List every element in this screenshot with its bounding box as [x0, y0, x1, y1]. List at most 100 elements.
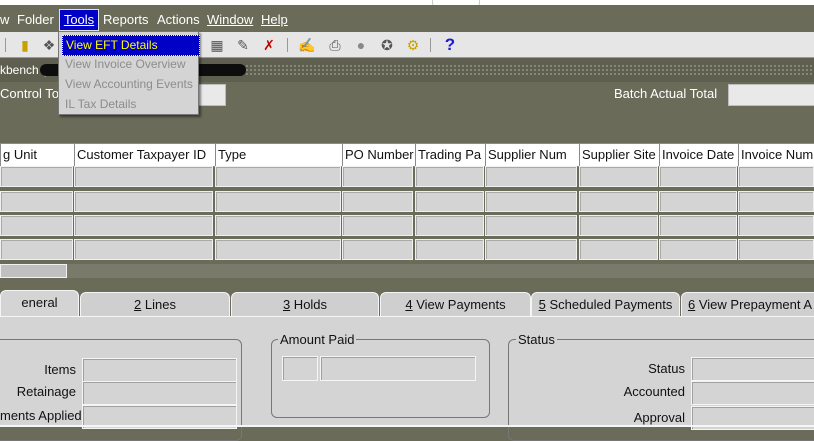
tab-general-label: eneral — [21, 295, 58, 310]
grid-cell[interactable] — [738, 166, 814, 187]
column-header-supplier-site[interactable]: Supplier Site — [579, 143, 662, 167]
menu-bar: w Folder Tools Reports Actions Window He… — [0, 5, 814, 32]
amount-paid-currency-field[interactable] — [282, 356, 318, 381]
grid-cell[interactable] — [415, 215, 484, 236]
pen-icon[interactable]: ✍ — [298, 36, 316, 54]
items-field[interactable] — [82, 358, 237, 382]
horizontal-scrollbar-track[interactable] — [67, 264, 814, 278]
grid-cell[interactable] — [415, 191, 484, 212]
tab-holds[interactable]: 3 Holds — [231, 292, 379, 317]
tab-holds-label: Holds — [290, 297, 328, 312]
grid-cell[interactable] — [579, 239, 658, 260]
accounted-label: Accounted — [623, 384, 685, 399]
tab-view-payments[interactable]: 4 View Payments — [380, 292, 531, 317]
menu-item-view-accounting-events[interactable]: View Accounting Events — [62, 75, 198, 94]
status-label: Status — [648, 361, 685, 376]
column-header-supplier-num[interactable]: Supplier Num — [485, 143, 582, 167]
grid-cell[interactable] — [415, 239, 484, 260]
help-icon[interactable]: ? — [441, 36, 459, 54]
tools-icon[interactable]: ⚙ — [404, 36, 422, 54]
grid-cell[interactable] — [738, 239, 814, 260]
menu-actions[interactable]: Actions — [157, 10, 200, 30]
accounted-field[interactable] — [691, 381, 814, 405]
batch-actual-total-label: Batch Actual Total — [614, 86, 718, 101]
grid-cell[interactable] — [415, 166, 484, 187]
column-header-customer-taxpayer-id[interactable]: Customer Taxpayer ID — [74, 143, 219, 167]
column-header-invoice-date[interactable]: Invoice Date — [659, 143, 741, 167]
grid-cell[interactable] — [0, 215, 73, 236]
column-header-trading-partner[interactable]: Trading Pa — [415, 143, 488, 167]
grid-cell[interactable] — [74, 191, 213, 212]
grid-cell[interactable] — [579, 215, 658, 236]
grid-cell[interactable] — [342, 191, 413, 212]
amount-paid-field[interactable] — [320, 356, 476, 381]
attachment-icon[interactable]: ✪ — [378, 36, 396, 54]
grid-cell[interactable] — [0, 166, 73, 187]
horizontal-scrollbar-thumb[interactable] — [0, 264, 67, 278]
menu-tools[interactable]: Tools — [59, 9, 99, 31]
menu-item-il-tax-details[interactable]: IL Tax Details — [62, 95, 198, 114]
tab-general[interactable]: eneral — [0, 290, 79, 319]
tab-lines[interactable]: 2 Lines — [80, 292, 230, 317]
grid-cell[interactable] — [342, 166, 413, 187]
navigator-icon[interactable]: ❖ — [40, 36, 58, 54]
grid-cell[interactable] — [485, 191, 577, 212]
grid-cell[interactable] — [579, 166, 658, 187]
column-header-type[interactable]: Type — [215, 143, 344, 167]
menu-tools-label: Tools — [63, 12, 95, 27]
grid-cell[interactable] — [485, 166, 577, 187]
menu-folder[interactable]: Folder — [17, 10, 54, 30]
menu-reports[interactable]: Reports — [103, 10, 149, 30]
status-field[interactable] — [691, 357, 814, 381]
menu-window-label: Window — [207, 12, 254, 27]
batch-actual-total-field[interactable] — [728, 84, 814, 106]
approval-label: Approval — [633, 410, 685, 425]
tab-view-payments-label: View Payments — [412, 297, 506, 312]
menu-item-view-eft-details[interactable]: View EFT Details — [62, 35, 200, 56]
delete-record-icon[interactable]: ✗ — [260, 36, 278, 54]
grid-cell[interactable] — [74, 166, 213, 187]
tab-view-prepayment[interactable]: 6 View Prepayment A — [681, 292, 814, 317]
menu-view[interactable]: w — [0, 10, 9, 30]
grid-cell[interactable] — [215, 215, 341, 236]
items-label: Items — [44, 362, 76, 377]
edit-icon[interactable]: ✎ — [234, 36, 252, 54]
grid-cell[interactable] — [659, 191, 737, 212]
grid-cell[interactable] — [342, 215, 413, 236]
grid-cell[interactable] — [74, 239, 213, 260]
column-header-invoice-num[interactable]: Invoice Num — [738, 143, 814, 167]
grid-cell[interactable] — [738, 191, 814, 212]
column-header-po-number[interactable]: PO Number — [342, 143, 418, 167]
grid-cell[interactable] — [0, 239, 73, 260]
grid-cell[interactable] — [738, 215, 814, 236]
grid-cell[interactable] — [485, 239, 577, 260]
titlebar-pattern — [245, 64, 814, 76]
folder-open-icon[interactable]: ▮ — [16, 36, 34, 54]
menu-item-view-invoice-overview[interactable]: View Invoice Overview — [62, 55, 198, 74]
menu-window[interactable]: Window — [207, 10, 253, 30]
paste-icon[interactable]: ▦ — [208, 36, 226, 54]
tab-view-prepayment-label: View Prepayment A — [695, 297, 813, 312]
tools-menu-dropdown: View EFT Details View Invoice Overview V… — [58, 31, 200, 115]
grid-cell[interactable] — [215, 239, 341, 260]
grid-cell[interactable] — [342, 239, 413, 260]
grid-cell[interactable] — [579, 191, 658, 212]
toolbar-separator — [287, 38, 288, 52]
tab-scheduled-payments[interactable]: 5 Scheduled Payments — [531, 292, 680, 317]
grid-cell[interactable] — [659, 215, 737, 236]
grid-cell[interactable] — [659, 239, 737, 260]
globe-icon[interactable]: ● — [352, 36, 370, 54]
menu-help[interactable]: Help — [261, 10, 288, 30]
grid-cell[interactable] — [659, 166, 737, 187]
column-header-operating-unit[interactable]: g Unit — [0, 143, 77, 167]
menu-help-label: Help — [261, 12, 288, 27]
control-total-label: Control Tot — [0, 86, 63, 101]
grid-cell[interactable] — [0, 191, 73, 212]
grid-cell[interactable] — [74, 215, 213, 236]
print-icon[interactable]: ⎙ — [326, 36, 344, 54]
grid-cell[interactable] — [215, 166, 341, 187]
retainage-field[interactable] — [82, 381, 237, 405]
general-tab-panel: Items Retainage ments Applied Amount Pai… — [0, 316, 814, 441]
grid-cell[interactable] — [215, 191, 341, 212]
grid-cell[interactable] — [485, 215, 577, 236]
